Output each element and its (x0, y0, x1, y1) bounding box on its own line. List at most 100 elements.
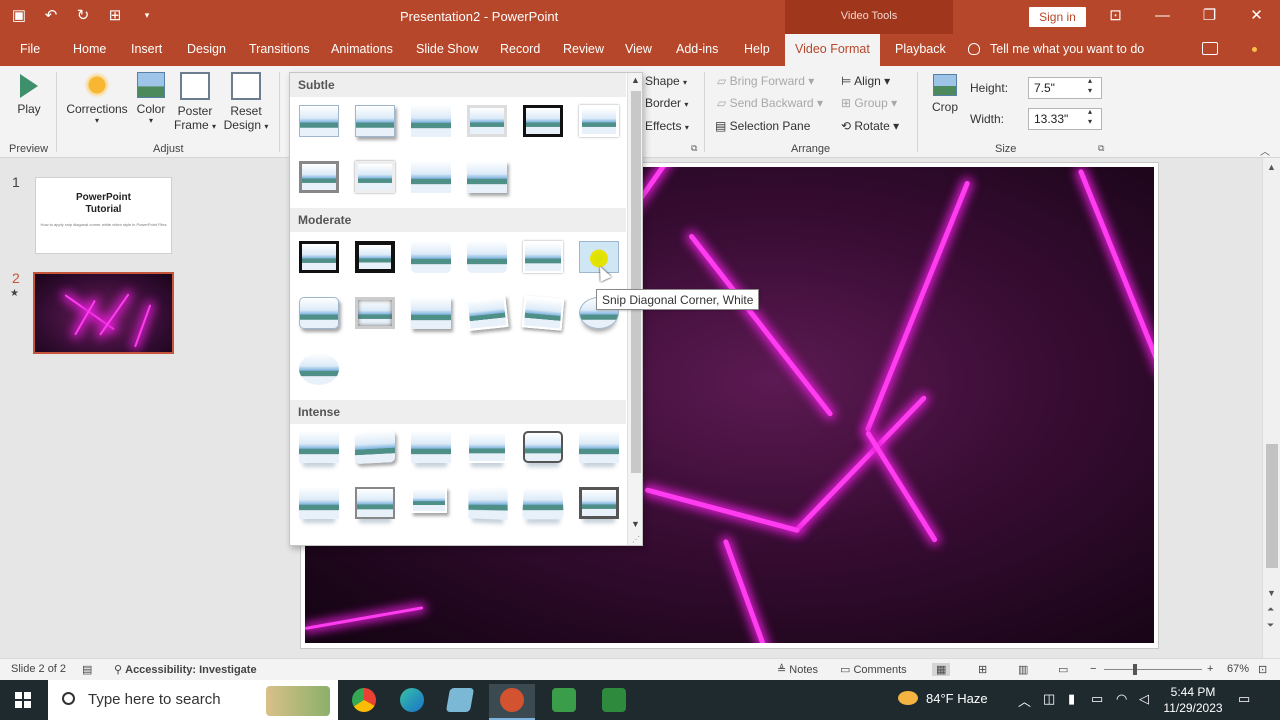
zoom-slider[interactable] (1104, 669, 1202, 670)
video-style-thumb[interactable] (523, 431, 563, 463)
notifications-icon[interactable]: ▭ (1238, 691, 1250, 707)
undo-icon[interactable]: ↶ (42, 6, 60, 24)
video-style-thumb[interactable] (579, 105, 619, 137)
video-style-thumb[interactable] (411, 431, 451, 463)
taskbar-camtasia[interactable] (541, 684, 587, 720)
video-style-thumb[interactable] (521, 295, 565, 331)
resize-grip-icon[interactable]: ⋰ (632, 535, 640, 544)
video-style-thumb[interactable] (299, 161, 339, 193)
microphone-icon[interactable]: ▮ (1068, 691, 1075, 707)
vertical-scrollbar[interactable]: ▲ ▼ ⏶ ⏷ (1262, 158, 1280, 658)
copilot-dot-icon[interactable] (1252, 47, 1257, 52)
video-effects-button[interactable]: Effects ▾ (645, 119, 689, 133)
video-style-thumb[interactable] (467, 161, 507, 193)
weather-widget[interactable]: 84°F Haze (898, 691, 988, 706)
video-style-thumb[interactable] (299, 297, 339, 329)
video-style-thumb[interactable] (299, 431, 339, 463)
tab-video-format[interactable]: Video Format (785, 34, 880, 66)
video-style-thumb[interactable] (523, 105, 563, 137)
send-backward-button[interactable]: ▱ Send Backward ▾ (717, 96, 823, 110)
present-icon[interactable]: ⊞ (106, 6, 124, 24)
show-hidden-icons[interactable]: ︿ (1018, 691, 1031, 710)
slideshow-view-icon[interactable]: ▭ (1058, 663, 1068, 676)
video-style-thumb[interactable] (468, 486, 508, 520)
volume-icon[interactable]: ◁ (1139, 691, 1149, 707)
video-style-thumb[interactable] (411, 105, 451, 137)
color-button[interactable]: Color ▾ (133, 72, 169, 125)
video-style-thumb[interactable] (523, 241, 563, 273)
video-style-thumb[interactable] (299, 241, 339, 273)
video-style-thumb[interactable] (299, 105, 339, 137)
taskbar-app[interactable] (437, 684, 483, 720)
align-button[interactable]: ⊨ Align ▾ (841, 74, 890, 88)
video-style-thumb[interactable] (355, 487, 395, 519)
previous-slide-icon[interactable]: ⏶ (1267, 604, 1274, 615)
notes-button[interactable]: ≜ Notes (777, 663, 818, 676)
slide-thumbnail-1[interactable]: PowerPoint Tutorial How to apply snip dia… (35, 177, 172, 254)
tab-add-ins[interactable]: Add-ins (676, 42, 718, 56)
restore-icon[interactable]: ❐ (1186, 0, 1233, 32)
video-style-thumb[interactable] (355, 297, 395, 329)
crop-button[interactable]: Crop (926, 74, 964, 114)
gallery-scrollbar-thumb[interactable] (631, 91, 641, 473)
play-button[interactable]: Play (12, 74, 46, 116)
tab-animations[interactable]: Animations (331, 42, 393, 56)
spelling-icon[interactable]: ▤ (82, 663, 92, 676)
slide-thumbnail-2[interactable] (33, 272, 174, 354)
video-border-button[interactable]: Border ▾ (645, 96, 688, 110)
accessibility-status[interactable]: ⚲ Accessibility: Investigate (114, 663, 257, 676)
collapse-ribbon-icon[interactable]: ︿ (1260, 143, 1270, 158)
ribbon-display-options-icon[interactable]: ⊡ (1092, 0, 1139, 32)
video-style-thumb[interactable] (465, 294, 509, 332)
video-style-thumb[interactable] (355, 429, 395, 465)
fit-slide-icon[interactable]: ⊡ (1258, 663, 1267, 676)
video-style-thumb[interactable] (411, 241, 451, 273)
video-style-thumb[interactable] (579, 431, 619, 463)
bring-forward-button[interactable]: ▱ Bring Forward ▾ (717, 74, 814, 88)
slide-sorter-icon[interactable]: ⊞ (978, 663, 987, 676)
video-style-thumb[interactable] (355, 241, 395, 273)
tab-help[interactable]: Help (744, 42, 770, 56)
video-style-thumb[interactable] (411, 161, 451, 193)
tab-record[interactable]: Record (500, 42, 540, 56)
taskbar-camtasia-2[interactable] (591, 684, 637, 720)
video-style-thumb[interactable] (411, 297, 451, 329)
tab-insert[interactable]: Insert (131, 42, 162, 56)
group-button[interactable]: ⊞ Group ▾ (841, 96, 897, 110)
tab-file[interactable]: File (20, 42, 40, 56)
video-style-thumb[interactable] (522, 487, 564, 520)
zoom-slider-knob[interactable] (1133, 664, 1137, 675)
taskbar-edge[interactable] (389, 684, 435, 720)
video-style-thumb[interactable] (299, 353, 339, 385)
rotate-button[interactable]: ⟲ Rotate ▾ (841, 119, 899, 133)
customize-qat-icon[interactable]: ▾ (138, 10, 156, 21)
meet-now-icon[interactable]: ◫ (1043, 691, 1055, 707)
tab-design[interactable]: Design (187, 42, 226, 56)
tab-playback[interactable]: Playback (895, 42, 946, 56)
scroll-up-icon[interactable]: ▲ (1267, 162, 1276, 172)
reading-view-icon[interactable]: ▥ (1018, 663, 1028, 676)
video-style-thumb[interactable] (299, 487, 339, 519)
poster-frame-button[interactable]: Poster Frame ▾ (172, 72, 218, 132)
tab-home[interactable]: Home (73, 42, 106, 56)
scrollbar-thumb[interactable] (1266, 444, 1278, 568)
tell-me-search[interactable]: Tell me what you want to do (968, 42, 1144, 56)
video-style-thumb[interactable] (355, 161, 395, 193)
dialog-launcher-icon[interactable]: ⧉ (691, 143, 697, 154)
comments-button[interactable]: ▭ Comments (840, 663, 907, 676)
video-style-thumb[interactable] (467, 241, 507, 273)
windows-start-icon[interactable] (15, 692, 31, 708)
video-style-thumb[interactable] (579, 487, 619, 519)
normal-view-icon[interactable]: ▦ (932, 663, 951, 676)
video-style-thumb[interactable] (467, 431, 507, 463)
wifi-icon[interactable]: ◠ (1116, 691, 1127, 707)
gallery-scroll-down-icon[interactable]: ▼ (631, 519, 640, 529)
tab-slide-show[interactable]: Slide Show (416, 42, 479, 56)
corrections-button[interactable]: Corrections ▾ (64, 72, 130, 125)
reset-design-button[interactable]: Reset Design ▾ (220, 72, 272, 132)
width-spinner-icon[interactable]: ▴ ▾ (1088, 107, 1092, 127)
save-icon[interactable]: ▣ (10, 6, 28, 24)
video-style-thumb[interactable] (355, 105, 395, 137)
tab-transitions[interactable]: Transitions (249, 42, 310, 56)
selection-pane-button[interactable]: ▤ Selection Pane (715, 119, 810, 133)
